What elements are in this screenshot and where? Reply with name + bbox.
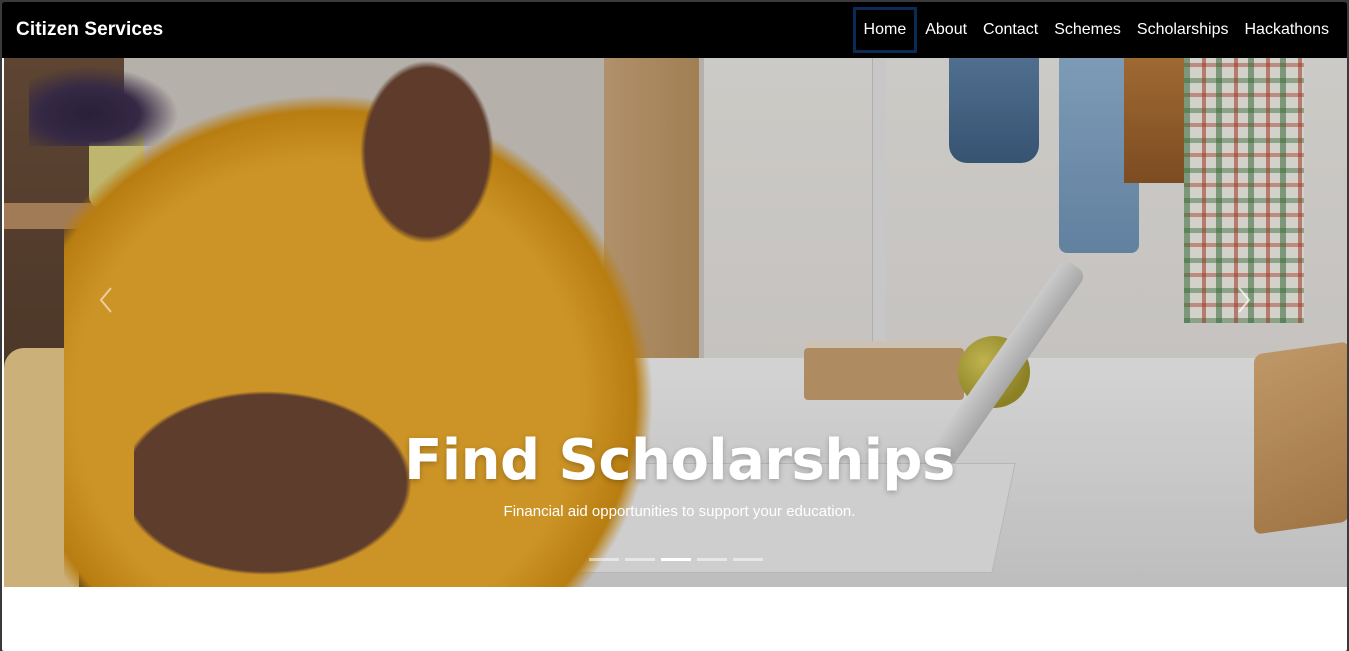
chevron-right-icon <box>1238 287 1251 313</box>
nav-links: Home About Contact Schemes Scholarships … <box>852 2 1347 58</box>
carousel-indicator[interactable] <box>697 558 727 561</box>
nav-about[interactable]: About <box>917 7 975 53</box>
nav-scholarships[interactable]: Scholarships <box>1129 7 1237 53</box>
carousel-indicator[interactable] <box>733 558 763 561</box>
navbar: Citizen Services Home About Contact Sche… <box>2 2 1347 58</box>
nav-contact[interactable]: Contact <box>975 7 1046 53</box>
nav-home[interactable]: Home <box>852 7 918 53</box>
hero-subtitle: Financial aid opportunities to support y… <box>503 503 856 520</box>
carousel-next-button[interactable] <box>1224 280 1264 320</box>
nav-schemes[interactable]: Schemes <box>1046 7 1129 53</box>
carousel-indicator[interactable] <box>625 558 655 561</box>
page: Citizen Services Home About Contact Sche… <box>2 2 1347 651</box>
carousel-indicator[interactable] <box>589 558 619 561</box>
chevron-left-icon <box>99 287 112 313</box>
carousel-indicator-active[interactable] <box>661 558 691 561</box>
nav-hackathons[interactable]: Hackathons <box>1237 7 1338 53</box>
carousel-caption: Find Scholarships Financial aid opportun… <box>4 428 1347 520</box>
carousel-prev-button[interactable] <box>86 280 126 320</box>
carousel-indicators <box>589 558 763 561</box>
hero-carousel: Find Scholarships Financial aid opportun… <box>4 58 1347 587</box>
hero-title: Find Scholarships <box>404 428 955 493</box>
brand-title[interactable]: Citizen Services <box>16 19 163 41</box>
